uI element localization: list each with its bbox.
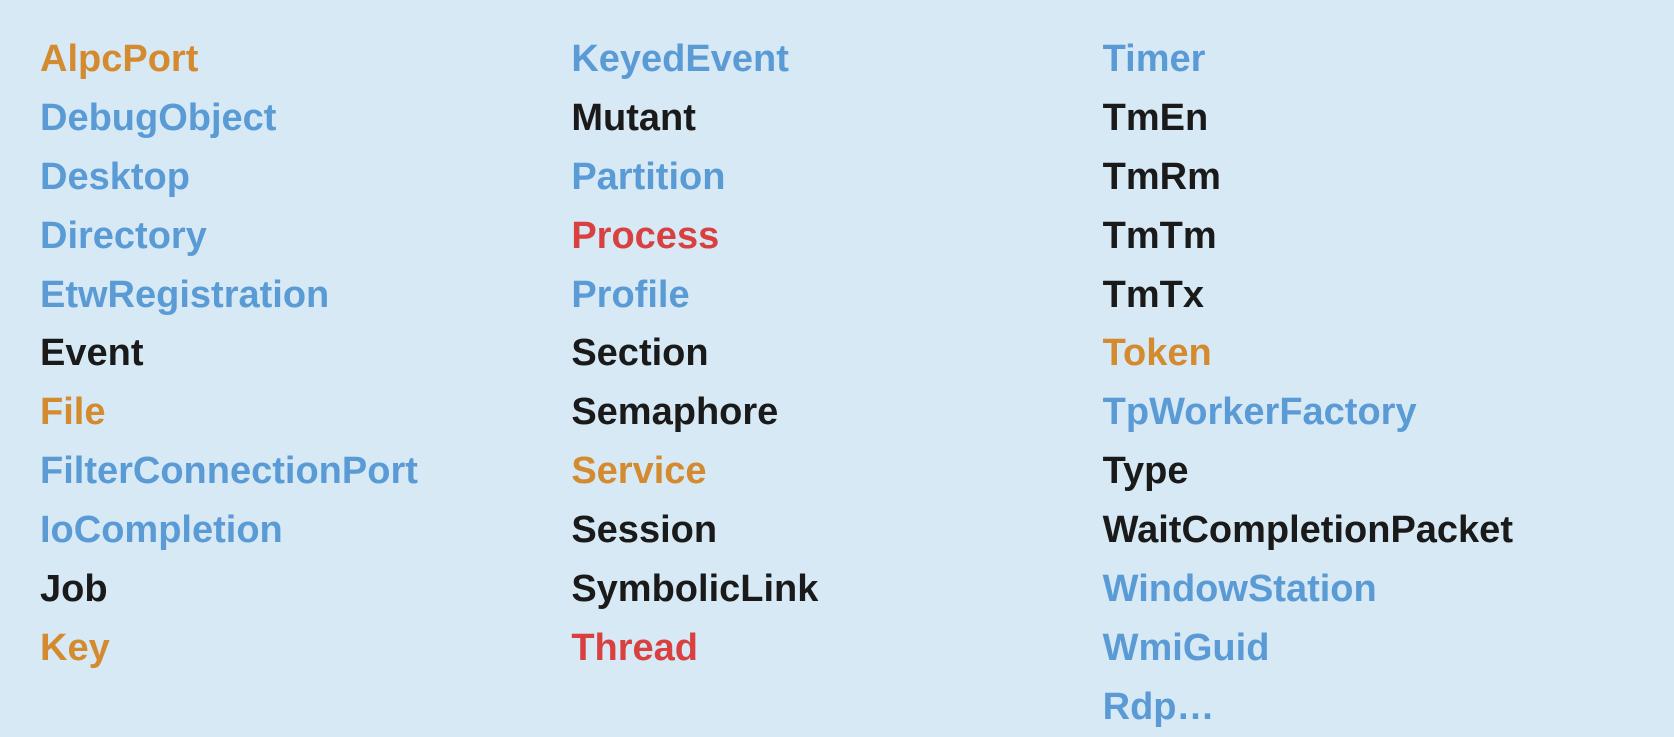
list-item: TmTm [1103,207,1634,266]
list-item: Thread [571,619,1102,678]
list-item: Type [1103,442,1634,501]
list-item: Desktop [40,148,571,207]
list-item: FilterConnectionPort [40,442,571,501]
list-item: Section [571,324,1102,383]
column-1: AlpcPortDebugObjectDesktopDirectoryEtwRe… [40,30,571,737]
list-item: AlpcPort [40,30,571,89]
column-3: TimerTmEnTmRmTmTmTmTxTokenTpWorkerFactor… [1103,30,1634,737]
list-item: KeyedEvent [571,30,1102,89]
list-item: Directory [40,207,571,266]
list-item: Job [40,560,571,619]
list-item: Rdp… [1103,678,1634,737]
list-item: DebugObject [40,89,571,148]
list-item: Session [571,501,1102,560]
list-item: TmRm [1103,148,1634,207]
list-item: Service [571,442,1102,501]
main-content: AlpcPortDebugObjectDesktopDirectoryEtwRe… [40,30,1634,737]
list-item: File [40,383,571,442]
list-item: WmiGuid [1103,619,1634,678]
list-item: IoCompletion [40,501,571,560]
list-item: Profile [571,266,1102,325]
list-item: Mutant [571,89,1102,148]
list-item: WaitCompletionPacket [1103,501,1634,560]
list-item: EtwRegistration [40,266,571,325]
column-2: KeyedEventMutantPartitionProcessProfileS… [571,30,1102,737]
list-item: Process [571,207,1102,266]
list-item: SymbolicLink [571,560,1102,619]
list-item: Token [1103,324,1634,383]
list-item: Timer [1103,30,1634,89]
list-item: WindowStation [1103,560,1634,619]
list-item: Event [40,324,571,383]
list-item: Key [40,619,571,678]
list-item: Partition [571,148,1102,207]
list-item: TmEn [1103,89,1634,148]
list-item: TpWorkerFactory [1103,383,1634,442]
list-item: Semaphore [571,383,1102,442]
list-item: TmTx [1103,266,1634,325]
